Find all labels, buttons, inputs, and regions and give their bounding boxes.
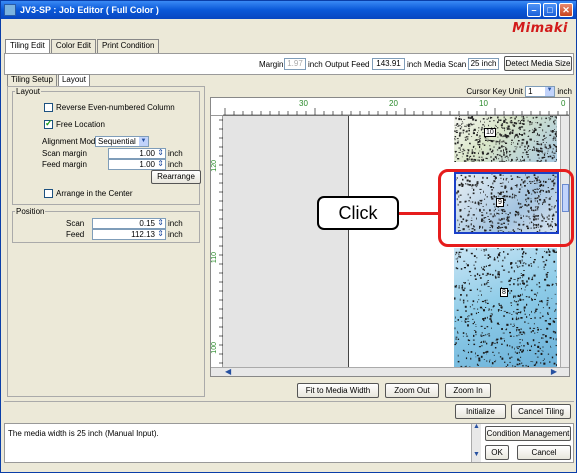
- position-feed-unit: inch: [168, 230, 183, 239]
- scroll-right-icon[interactable]: ▶: [551, 367, 557, 376]
- alignment-mode-label: Alignment Mode: [42, 137, 100, 146]
- tab-print-condition[interactable]: Print Condition: [96, 39, 160, 53]
- tab-color-edit[interactable]: Color Edit: [50, 39, 96, 53]
- reverse-even-box[interactable]: [44, 103, 53, 112]
- tab-layout[interactable]: Layout: [57, 74, 90, 86]
- top-ruler: 30 20 10 0: [211, 98, 569, 116]
- layout-panel: Layout Reverse Even-numbered Column Free…: [7, 86, 205, 397]
- feed-margin-input[interactable]: 1.00: [108, 159, 166, 170]
- cursor-key-value: 1: [528, 87, 533, 96]
- ruler-left-label-100: 100: [211, 342, 218, 354]
- main-tabs: Tiling Edit Color Edit Print Condition: [5, 39, 160, 54]
- chevron-down-icon[interactable]: ▼: [139, 137, 148, 146]
- tile-10-image: [454, 116, 557, 162]
- chevron-down-icon[interactable]: ▼: [545, 87, 555, 96]
- tab-tiling-setup[interactable]: Tiling Setup: [7, 74, 57, 86]
- scroll-left-icon[interactable]: ◀: [225, 367, 231, 376]
- ruler-top-label-0: 0: [561, 99, 566, 108]
- ruler-top-label-20: 20: [389, 99, 398, 108]
- feed-margin-unit: inch: [168, 160, 183, 169]
- media-scan-value: 25 inch: [468, 58, 499, 70]
- window-title: JV3-SP : Job Editor ( Full Color ): [20, 5, 159, 15]
- margin-label: Margin: [259, 60, 284, 69]
- position-scan-input[interactable]: 0.15: [92, 218, 166, 229]
- status-area: The media width is 25 inch (Manual Input…: [4, 423, 574, 463]
- position-scan-unit: inch: [168, 219, 183, 228]
- status-scrollbar[interactable]: ▲ ▼: [471, 423, 481, 462]
- job-editor-window: JV3-SP : Job Editor ( Full Color ) – □ ✕…: [0, 0, 577, 473]
- scan-margin-input[interactable]: 1.00: [108, 148, 166, 159]
- feed-margin-label: Feed margin: [42, 160, 87, 169]
- arrange-center-box[interactable]: [44, 189, 53, 198]
- header-strip: Margin 1.97 inch Output Feed 143.91 inch…: [4, 53, 574, 75]
- position-feed-input[interactable]: 112.13: [92, 229, 166, 240]
- reverse-even-label: Reverse Even-numbered Column: [56, 103, 175, 112]
- tile-10-label: 10: [484, 128, 496, 137]
- action-bar: Initialize Cancel Tiling: [4, 401, 574, 421]
- media-scan-label: Media Scan: [424, 60, 467, 69]
- position-group-title: Position: [16, 207, 45, 216]
- free-location-label: Free Location: [56, 120, 105, 129]
- ruler-left-label-110: 110: [211, 252, 218, 264]
- scroll-up-icon[interactable]: ▲: [473, 423, 480, 430]
- output-feed-label: Output Feed: [325, 60, 370, 69]
- left-ruler: 120 110 100: [211, 116, 223, 376]
- output-feed-value: 143.91: [372, 58, 405, 70]
- alignment-mode-select[interactable]: Sequential ▼: [95, 136, 149, 147]
- tile-8-label: 8: [500, 288, 508, 297]
- scan-margin-unit: inch: [168, 149, 183, 158]
- highlight-ring: [438, 169, 574, 247]
- position-scan-label: Scan: [66, 219, 85, 228]
- callout-pointer: [398, 212, 440, 215]
- cursor-key-unit-label: inch: [557, 87, 572, 96]
- layout-group-title: Layout: [16, 87, 41, 96]
- tile-8[interactable]: 8: [454, 248, 557, 368]
- cursor-key-unit: Cursor Key Unit 1 ▼ inch: [466, 86, 572, 97]
- brand-logo: Mimaki: [512, 21, 568, 36]
- minimize-button[interactable]: –: [527, 3, 541, 17]
- ruler-left-label-120: 120: [211, 160, 218, 172]
- zoom-toolbar: Fit to Media Width Zoom Out Zoom In: [207, 382, 574, 400]
- sub-tabs: Tiling Setup Layout: [7, 74, 91, 86]
- cursor-key-select[interactable]: 1 ▼: [525, 86, 556, 97]
- canvas-horizontal-scrollbar[interactable]: ◀ ▶: [211, 367, 569, 376]
- ruler-top-label-30: 30: [299, 99, 308, 108]
- status-message: The media width is 25 inch (Manual Input…: [8, 429, 159, 438]
- output-feed-unit: inch: [407, 60, 422, 69]
- position-feed-label: Feed: [66, 230, 85, 239]
- zoom-in-button[interactable]: Zoom In: [445, 383, 491, 398]
- reverse-even-checkbox[interactable]: Reverse Even-numbered Column: [44, 103, 175, 112]
- scroll-down-icon[interactable]: ▼: [473, 451, 480, 458]
- cancel-button[interactable]: Cancel: [517, 445, 571, 460]
- detect-media-size-button[interactable]: Detect Media Size: [504, 56, 572, 71]
- rearrange-button[interactable]: Rearrange: [151, 170, 201, 184]
- condition-management-button[interactable]: Condition Management: [485, 426, 571, 441]
- brand-band: Mimaki: [1, 19, 576, 37]
- media-out-of-range: [223, 116, 348, 368]
- left-ruler-ticks: [219, 119, 223, 373]
- scan-margin-label: Scan margin: [42, 149, 87, 158]
- maximize-button[interactable]: □: [543, 3, 557, 17]
- click-callout: Click: [317, 196, 399, 230]
- tile-10[interactable]: 10: [454, 116, 557, 162]
- arrange-center-label: Arrange in the Center: [56, 189, 133, 198]
- margin-unit: inch: [308, 60, 323, 69]
- alignment-mode-value: Sequential: [98, 137, 136, 146]
- ok-button[interactable]: OK: [485, 445, 509, 460]
- tile-8-image: [454, 248, 557, 368]
- free-location-box[interactable]: [44, 118, 53, 129]
- close-button[interactable]: ✕: [559, 3, 573, 17]
- initialize-button[interactable]: Initialize: [455, 404, 506, 419]
- cursor-key-label: Cursor Key Unit: [466, 87, 523, 96]
- ruler-top-label-10: 10: [479, 99, 488, 108]
- zoom-out-button[interactable]: Zoom Out: [385, 383, 439, 398]
- free-location-checkbox[interactable]: Free Location: [44, 118, 105, 129]
- app-icon: [4, 4, 16, 16]
- fit-to-media-width-button[interactable]: Fit to Media Width: [297, 383, 379, 398]
- tab-tiling-edit[interactable]: Tiling Edit: [5, 39, 50, 54]
- title-bar[interactable]: JV3-SP : Job Editor ( Full Color ) – □ ✕: [1, 1, 576, 19]
- cancel-tiling-button[interactable]: Cancel Tiling: [511, 404, 571, 419]
- margin-value: 1.97: [284, 58, 306, 70]
- arrange-center-checkbox[interactable]: Arrange in the Center: [44, 189, 133, 198]
